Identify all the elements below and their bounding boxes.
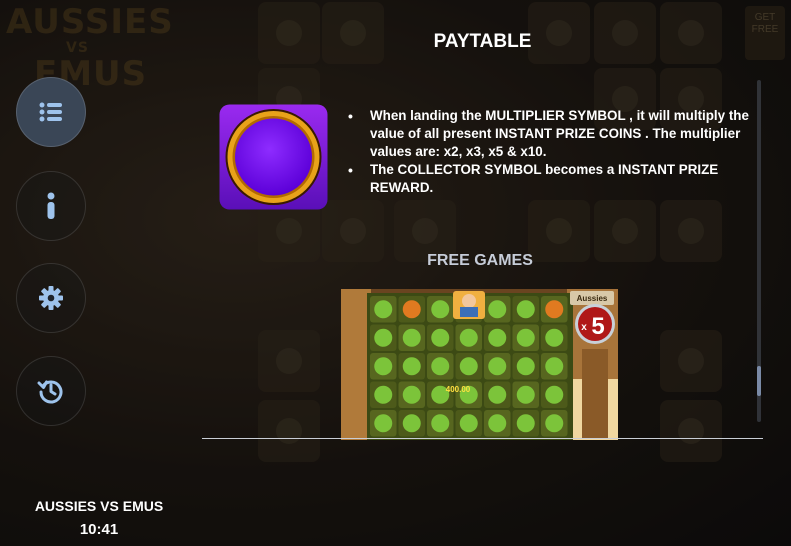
reel-symbol bbox=[402, 414, 421, 433]
reel-symbol bbox=[545, 328, 564, 347]
rule-collector: The COLLECTOR SYMBOL becomes a INSTANT P… bbox=[348, 161, 752, 197]
paytable-button[interactable] bbox=[16, 77, 86, 147]
reel-symbol bbox=[374, 328, 393, 347]
free-games-screenshot: Aussies x 5 400.00 bbox=[341, 289, 618, 440]
history-button[interactable] bbox=[16, 356, 86, 426]
multiplier-coin-icon bbox=[219, 104, 328, 210]
reel-symbol bbox=[459, 357, 478, 376]
reel-symbol bbox=[516, 357, 535, 376]
game-name-label: AUSSIES VS EMUS bbox=[34, 498, 164, 514]
reel-symbol bbox=[516, 300, 535, 319]
reel-symbol bbox=[402, 357, 421, 376]
reel-symbol bbox=[516, 385, 535, 404]
reel-symbol bbox=[516, 328, 535, 347]
history-icon bbox=[37, 377, 65, 405]
game-background: AUSSIES VS EMUS GET FREE bbox=[0, 0, 791, 546]
info-button[interactable] bbox=[16, 171, 86, 241]
rules-list: When landing the MULTIPLIER SYMBOL , it … bbox=[348, 107, 752, 197]
clock-label: 10:41 bbox=[79, 521, 119, 538]
reel-symbol bbox=[431, 328, 450, 347]
list-icon bbox=[38, 101, 64, 123]
paytable-title: PAYTABLE bbox=[433, 31, 532, 52]
reel-symbol bbox=[431, 414, 450, 433]
reel-symbol bbox=[545, 300, 564, 319]
reel-symbol bbox=[402, 328, 421, 347]
dim-overlay bbox=[0, 0, 791, 546]
reel-symbol bbox=[516, 414, 535, 433]
reel-symbol bbox=[488, 300, 507, 319]
info-icon bbox=[45, 192, 57, 220]
reel-symbol bbox=[545, 357, 564, 376]
reel-symbol bbox=[545, 385, 564, 404]
reel-symbol bbox=[488, 357, 507, 376]
scrollbar-thumb[interactable] bbox=[757, 366, 761, 396]
reel-symbol bbox=[402, 300, 421, 319]
settings-button[interactable] bbox=[16, 263, 86, 333]
reel-symbol bbox=[374, 414, 393, 433]
free-games-title: FREE GAMES bbox=[427, 252, 533, 269]
reel-symbol bbox=[488, 328, 507, 347]
gear-icon bbox=[38, 285, 64, 311]
multiplier-value: 5 bbox=[591, 313, 604, 340]
reel-symbol bbox=[402, 385, 421, 404]
reel-symbol bbox=[374, 300, 393, 319]
reel-symbol bbox=[374, 357, 393, 376]
rule-multiplier: When landing the MULTIPLIER SYMBOL , it … bbox=[348, 107, 752, 161]
reel-symbol bbox=[459, 328, 478, 347]
reel-symbol bbox=[431, 357, 450, 376]
reel-symbol bbox=[431, 300, 450, 319]
reel-symbol bbox=[374, 385, 393, 404]
section-divider bbox=[202, 438, 763, 439]
prize-value: 400.00 bbox=[446, 385, 471, 394]
multiplier-prefix: x bbox=[581, 322, 587, 333]
free-games-logo: Aussies bbox=[577, 294, 608, 303]
reel-symbol bbox=[459, 414, 478, 433]
reel-symbol bbox=[488, 385, 507, 404]
reel-symbol bbox=[488, 414, 507, 433]
reel-symbol bbox=[545, 414, 564, 433]
